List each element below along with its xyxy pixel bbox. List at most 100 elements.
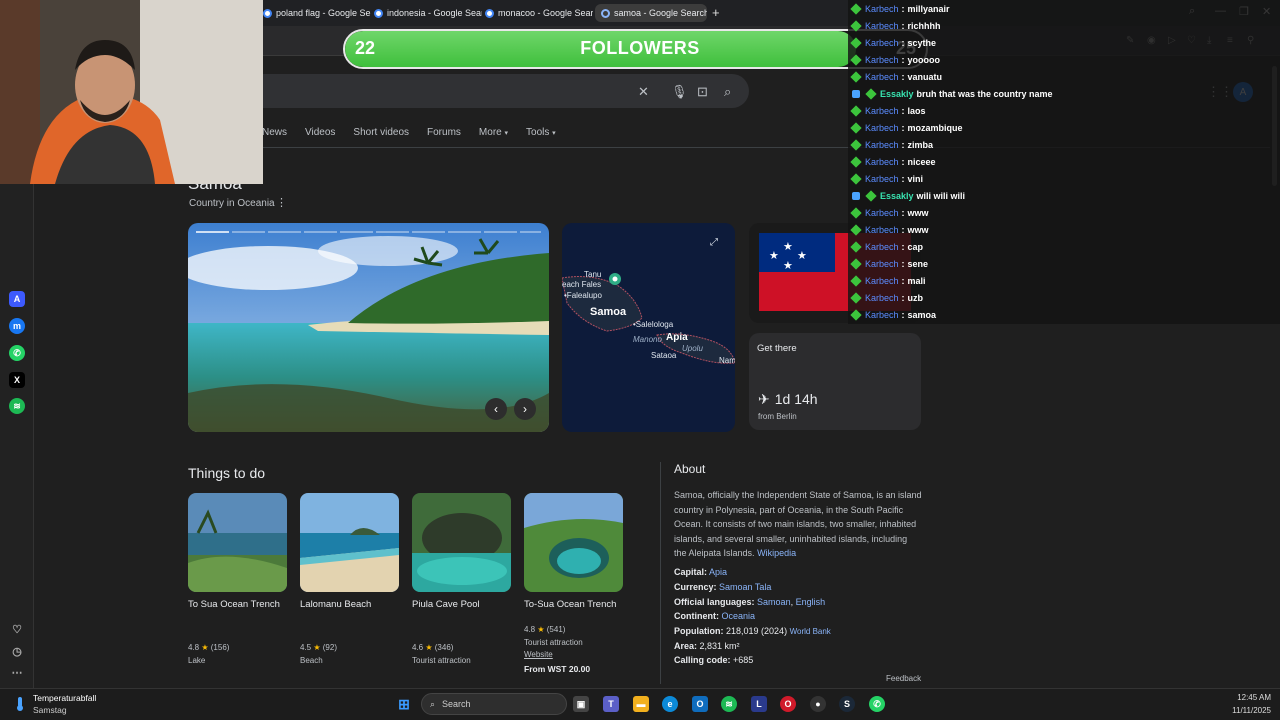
get-there-card[interactable]: Get there ✈ 1d 14h from Berlin xyxy=(749,333,921,430)
chat-username[interactable]: Essakly xyxy=(880,191,914,201)
rating-value: 4.8 xyxy=(188,643,200,652)
chat-separator: : xyxy=(901,173,905,184)
chat-username[interactable]: Karbech xyxy=(865,174,899,184)
subscriber-badge-icon xyxy=(850,19,862,32)
filter-forums[interactable]: Forums xyxy=(427,127,461,138)
subscriber-badge-icon xyxy=(850,155,862,168)
teams-icon[interactable]: T xyxy=(603,696,619,712)
spotify-icon[interactable]: ≋ xyxy=(721,696,737,712)
wikipedia-link[interactable]: Wikipedia xyxy=(757,548,796,558)
clock-date[interactable]: 11/11/2025 xyxy=(1223,706,1271,715)
chat-username[interactable]: Essakly xyxy=(880,89,914,99)
chat-badge-icon xyxy=(852,89,860,98)
rating-value: 4.6 xyxy=(412,643,424,652)
more-icon[interactable]: ⋯ xyxy=(9,664,25,680)
opera-icon[interactable]: O xyxy=(780,696,796,712)
weather-day: Samstag xyxy=(33,705,67,715)
things-to-do-title: Things to do xyxy=(188,465,266,481)
tab-samoa[interactable]: samoa - Google Search xyxy=(595,4,707,22)
website-link[interactable]: Website xyxy=(524,650,623,659)
chat-message: Karbech: vanuatu xyxy=(850,68,942,85)
filter-videos[interactable]: Videos xyxy=(305,127,335,138)
chat-separator: : xyxy=(901,241,905,252)
whatsapp-icon[interactable]: ✆ xyxy=(869,696,885,712)
world-bank-link[interactable]: World Bank xyxy=(790,627,831,636)
file-explorer-icon[interactable]: ▬ xyxy=(633,696,649,712)
chat-username[interactable]: Karbech xyxy=(865,106,899,116)
map-card[interactable]: Tanu each Fales •Falealupo Samoa •Salelo… xyxy=(562,223,735,432)
chat-username[interactable]: Karbech xyxy=(865,208,899,218)
section-divider xyxy=(660,462,661,684)
chat-username[interactable]: Karbech xyxy=(865,157,899,167)
chat-separator: : xyxy=(901,20,905,31)
heart-icon[interactable]: ♡ xyxy=(9,621,25,637)
attraction-card[interactable]: Lalomanu Beach 4.5 ★ (92) Beach xyxy=(300,493,399,665)
outlook-icon[interactable]: O xyxy=(692,696,708,712)
chat-username[interactable]: Karbech xyxy=(865,38,899,48)
more-options-icon[interactable]: ⋮ xyxy=(276,196,287,209)
task-view-icon[interactable]: ▣ xyxy=(573,696,589,712)
map-label: •Salelologa xyxy=(633,320,674,329)
tab-poland-flag[interactable]: poland flag - Google Sear xyxy=(263,4,371,22)
chat-text: yooooo xyxy=(907,54,941,65)
chat-username[interactable]: Karbech xyxy=(865,21,899,31)
taskbar-search[interactable]: ⌕ Search xyxy=(421,693,567,715)
chat-username[interactable]: Karbech xyxy=(865,276,899,286)
chat-username[interactable]: Karbech xyxy=(865,55,899,65)
clock-time[interactable]: 12:45 AM xyxy=(1223,693,1271,702)
chat-username[interactable]: Karbech xyxy=(865,225,899,235)
continent-link[interactable]: Oceania xyxy=(722,611,756,621)
attraction-card[interactable]: Piula Cave Pool 4.6 ★ (346) Tourist attr… xyxy=(412,493,511,665)
tab-monacoo[interactable]: monacoo - Google Search xyxy=(485,4,593,22)
history-icon[interactable]: ◷ xyxy=(9,643,25,659)
language-link[interactable]: Samoan xyxy=(757,597,791,607)
attraction-card[interactable]: To-Sua Ocean Trench 4.8 ★ (541) Tourist … xyxy=(524,493,623,674)
microphone-icon[interactable]: 🎙 xyxy=(671,84,688,100)
chat-username[interactable]: Karbech xyxy=(865,242,899,252)
steam-icon[interactable]: S xyxy=(839,696,855,712)
clear-icon[interactable]: ✕ xyxy=(638,84,649,100)
chat-separator: : xyxy=(901,71,905,82)
spotify-icon[interactable]: ≋ xyxy=(9,398,25,414)
chat-username[interactable]: Karbech xyxy=(865,259,899,269)
messenger-icon[interactable]: m xyxy=(9,318,25,334)
filter-news[interactable]: News xyxy=(262,127,287,138)
new-tab-button[interactable]: + xyxy=(712,5,720,20)
expand-icon[interactable]: ⤢ xyxy=(710,237,718,248)
windows-start-icon[interactable]: ⊞ xyxy=(396,696,412,712)
capital-link[interactable]: Apia xyxy=(709,567,727,577)
fact-calling-code: Calling code: +685 xyxy=(674,655,753,665)
x-icon[interactable]: X xyxy=(9,372,25,388)
search-icon[interactable]: ⌕ xyxy=(724,84,731,100)
chat-username[interactable]: Karbech xyxy=(865,140,899,150)
l-app-icon[interactable]: L xyxy=(751,696,767,712)
chat-username[interactable]: Karbech xyxy=(865,310,899,320)
map-label: •Falealupo xyxy=(564,291,602,300)
currency-link[interactable]: Samoan Tala xyxy=(719,582,771,592)
tab-indonesia[interactable]: indonesia - Google Search xyxy=(374,4,482,22)
chat-username[interactable]: Karbech xyxy=(865,293,899,303)
chat-username[interactable]: Karbech xyxy=(865,4,899,14)
chat-username[interactable]: Karbech xyxy=(865,72,899,82)
carousel-next-button[interactable]: › xyxy=(514,398,536,420)
chat-text: millyanair xyxy=(907,3,950,14)
photo-carousel[interactable]: ‹ › xyxy=(188,223,549,432)
subscriber-badge-icon xyxy=(865,87,877,100)
filter-more[interactable]: More ▾ xyxy=(479,127,508,138)
aria-icon[interactable]: A xyxy=(9,291,25,307)
filter-tools[interactable]: Tools ▾ xyxy=(526,127,556,138)
chat-username[interactable]: Karbech xyxy=(865,123,899,133)
edge-icon[interactable]: e xyxy=(662,696,678,712)
lens-icon[interactable]: ⊡ xyxy=(697,84,708,100)
subscriber-badge-icon xyxy=(850,172,862,185)
whatsapp-icon[interactable]: ✆ xyxy=(9,345,25,361)
language-link[interactable]: English xyxy=(796,597,826,607)
feedback-link[interactable]: Feedback xyxy=(886,674,921,683)
attraction-type: Tourist attraction xyxy=(524,638,583,647)
filter-short-videos[interactable]: Short videos xyxy=(353,127,409,138)
chat-text: www xyxy=(907,207,929,218)
weather-title[interactable]: Temperaturabfall xyxy=(33,693,96,703)
carousel-prev-button[interactable]: ‹ xyxy=(485,398,507,420)
attraction-card[interactable]: To Sua Ocean Trench 4.8 ★ (156) Lake xyxy=(188,493,287,665)
obs-icon[interactable]: ● xyxy=(810,696,826,712)
